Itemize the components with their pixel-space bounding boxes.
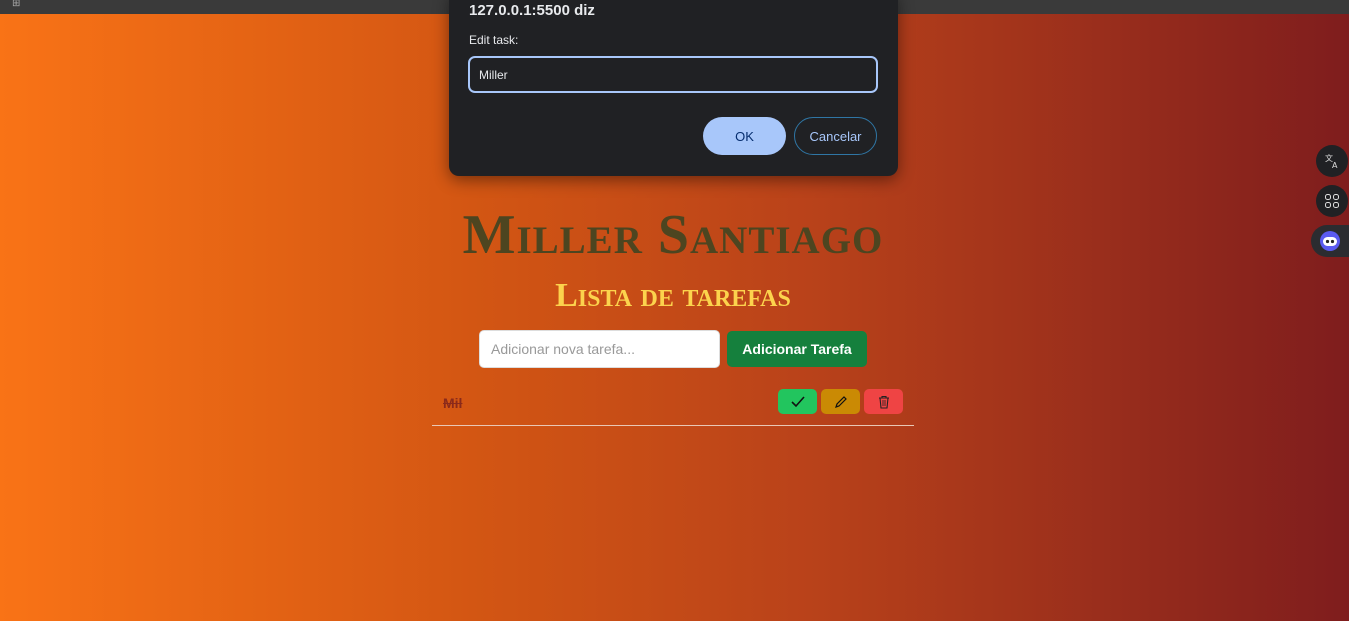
page-subtitle: Lista de tarefas	[555, 277, 791, 314]
todo-app: Miller Santiago Lista de tarefas Adicion…	[432, 200, 914, 426]
cancel-button[interactable]: Cancelar	[794, 117, 877, 155]
add-task-button[interactable]: Adicionar Tarefa	[727, 331, 867, 367]
page-title: Miller Santiago	[462, 204, 884, 266]
task-text: Mil	[443, 395, 463, 411]
dialog-title: 127.0.0.1:5500 diz	[469, 2, 595, 19]
add-task-row: Adicionar Tarefa	[479, 330, 867, 368]
dialog-label: Edit task:	[469, 33, 519, 47]
tab-icon: ⊞	[12, 0, 21, 9]
task-actions	[778, 389, 903, 414]
prompt-dialog: 127.0.0.1:5500 diz Edit task: OK Cancela…	[449, 0, 898, 176]
complete-task-button[interactable]	[778, 389, 817, 414]
apps-button[interactable]	[1316, 185, 1348, 217]
ok-button[interactable]: OK	[703, 117, 786, 155]
translate-icon: 文 A	[1325, 153, 1338, 169]
check-icon	[790, 395, 805, 407]
task-item: Mil	[432, 386, 914, 426]
pencil-icon	[834, 395, 847, 408]
edit-task-button[interactable]	[821, 389, 860, 414]
new-task-input[interactable]	[479, 330, 720, 368]
assistant-icon	[1320, 231, 1340, 251]
svg-text:A: A	[1332, 161, 1338, 169]
edit-task-input[interactable]	[468, 56, 878, 93]
delete-task-button[interactable]	[864, 389, 903, 414]
apps-icon	[1325, 194, 1339, 208]
assistant-button[interactable]	[1311, 225, 1349, 257]
trash-icon	[878, 395, 889, 409]
translate-button[interactable]: 文 A	[1316, 145, 1348, 177]
